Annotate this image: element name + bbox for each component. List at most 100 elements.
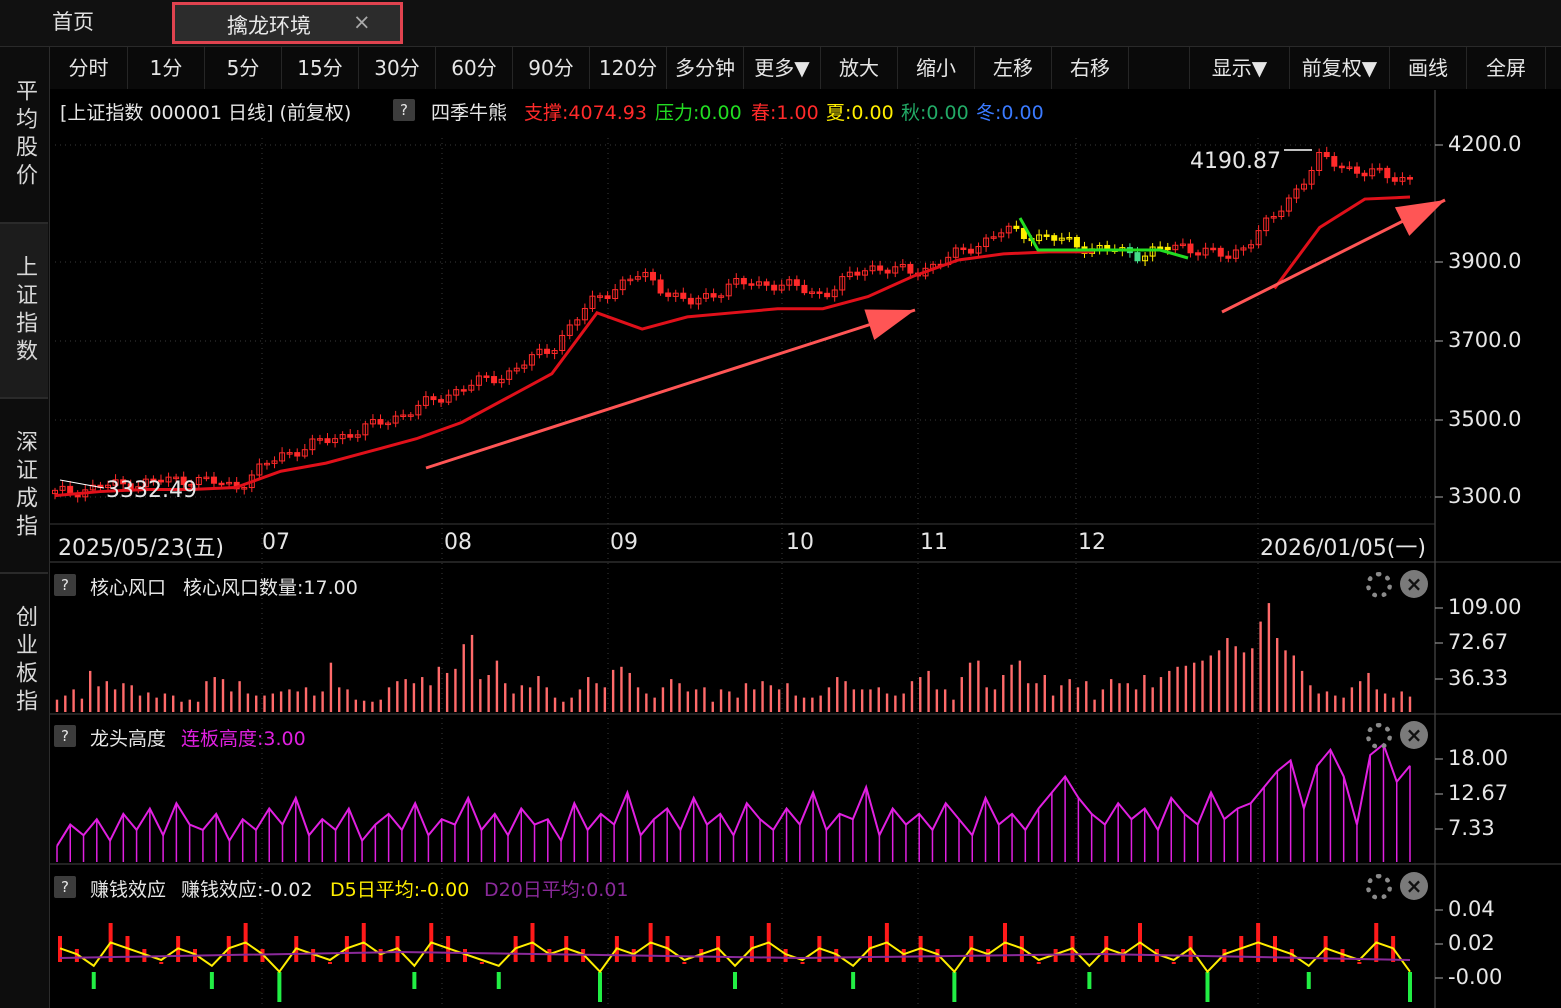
panel2-gear-icon[interactable]	[1366, 723, 1392, 749]
panel1-help-button[interactable]: ?	[54, 574, 76, 596]
panel3-bar-up	[901, 949, 906, 962]
panel1-bar	[1251, 648, 1254, 712]
panel1-bar	[80, 698, 84, 712]
panel1-bar	[1284, 650, 1287, 712]
panel1-bar	[1259, 621, 1262, 712]
candle-body	[687, 297, 694, 305]
panel2-close-icon[interactable]: ×	[1400, 721, 1428, 749]
panel1-bar	[412, 683, 416, 712]
panel1-close-icon[interactable]: ×	[1400, 570, 1428, 598]
panel1-bar	[1184, 665, 1188, 712]
panel1-bar	[1051, 695, 1055, 712]
x-axis-label: 09	[610, 530, 638, 555]
panel3-bar-down	[1205, 972, 1210, 1002]
candle-body	[1164, 246, 1171, 251]
candle-body	[604, 295, 611, 300]
p2-tick-label: 7.33	[1448, 816, 1495, 840]
chart-canvas[interactable]	[0, 0, 1561, 1008]
panel1-bar	[827, 687, 831, 712]
annotation-arrow-2-head	[1394, 200, 1445, 236]
p2-tick-label: 12.67	[1448, 781, 1509, 805]
candle-body	[1354, 166, 1361, 174]
panel2-title: 龙头高度	[90, 728, 167, 750]
panel1-bar	[553, 697, 557, 712]
candle-body	[430, 396, 437, 401]
y-tick-label: 3900.0	[1448, 249, 1522, 273]
candle-body	[1043, 234, 1050, 237]
panel1-bar	[429, 685, 432, 712]
panel1-bar	[744, 683, 748, 712]
panel1-bar	[636, 687, 640, 712]
panel1-bar	[97, 686, 100, 712]
panel1-bar	[196, 701, 200, 712]
panel1-bar	[935, 689, 939, 712]
panel3-bars	[58, 923, 1412, 1002]
candle-body	[854, 271, 861, 276]
panel1-bar	[1176, 666, 1179, 712]
panel1-bar	[155, 697, 158, 712]
panel1-bar	[1309, 685, 1312, 712]
panel1-bar	[1300, 670, 1304, 712]
candle-body	[877, 265, 884, 271]
panel3-bar-up	[1036, 962, 1041, 964]
panel1-bar	[122, 683, 125, 712]
candle-body	[967, 248, 974, 254]
panel1-bar	[1342, 697, 1345, 712]
panel1-bar	[678, 683, 681, 712]
x-axis-label: 10	[786, 530, 814, 555]
panel3-title: 赚钱效应	[90, 879, 167, 901]
panel1-bar	[55, 699, 59, 712]
panel1-bar	[728, 691, 731, 712]
panel1-bar	[188, 699, 192, 712]
panel1-bar	[836, 677, 839, 712]
candle-body	[483, 375, 490, 378]
panel1-bar	[777, 689, 781, 712]
candle-body	[824, 292, 831, 298]
panel1-bar	[578, 689, 582, 712]
panel1-bar	[885, 693, 889, 712]
panel1-bar	[205, 681, 208, 712]
panel3-d5: D5日平均:-0.00	[330, 879, 470, 901]
candle-body	[324, 438, 331, 444]
p2-tick-label: 18.00	[1448, 746, 1509, 770]
panel1-bar	[346, 689, 349, 712]
panel1-bar	[1134, 689, 1138, 712]
panel3-bar-down	[91, 972, 96, 989]
panel3-help-button[interactable]: ?	[54, 876, 76, 898]
panel1-bar	[869, 689, 872, 712]
panel1-bar	[1018, 660, 1022, 712]
candlesticks	[52, 146, 1413, 503]
panel1-gear-icon[interactable]	[1366, 572, 1392, 598]
panel1-bar	[952, 699, 955, 712]
panel2-value: 连板高度:3.00	[181, 728, 306, 750]
panel1-bar	[703, 687, 706, 712]
panel3-bar-down	[496, 972, 501, 989]
candle-body	[544, 348, 551, 354]
low-marker	[59, 479, 105, 489]
panel1-bar	[1226, 638, 1229, 712]
panel1-bar	[105, 681, 109, 712]
candle-body	[960, 247, 967, 251]
panel3-close-icon[interactable]: ×	[1400, 872, 1428, 900]
panel1-bar	[587, 677, 590, 712]
candle-body	[1391, 177, 1398, 182]
panel1-bar	[246, 693, 250, 712]
panel1-bar	[1192, 662, 1196, 712]
panel3-bar-down	[1087, 972, 1092, 989]
panel1-bar	[769, 685, 773, 712]
panel1-bar	[445, 672, 449, 712]
panel2-line	[56, 742, 1411, 847]
panel2-help-button[interactable]: ?	[54, 725, 76, 747]
panel3-value: 赚钱效应:-0.02	[181, 879, 313, 901]
panel3-bar-up	[547, 949, 552, 962]
support-line-0	[54, 250, 1094, 498]
panel1-bar	[537, 676, 540, 712]
panel3-bar-down	[851, 972, 856, 989]
y-tick-label: 3500.0	[1448, 407, 1522, 431]
panel1-bar	[1101, 689, 1105, 712]
candle-body	[816, 291, 823, 294]
panel1-bar	[437, 666, 441, 712]
panel1-bar	[213, 677, 216, 712]
panel1-value: 核心风口数量:17.00	[183, 577, 358, 599]
panel3-gear-icon[interactable]	[1366, 874, 1392, 900]
